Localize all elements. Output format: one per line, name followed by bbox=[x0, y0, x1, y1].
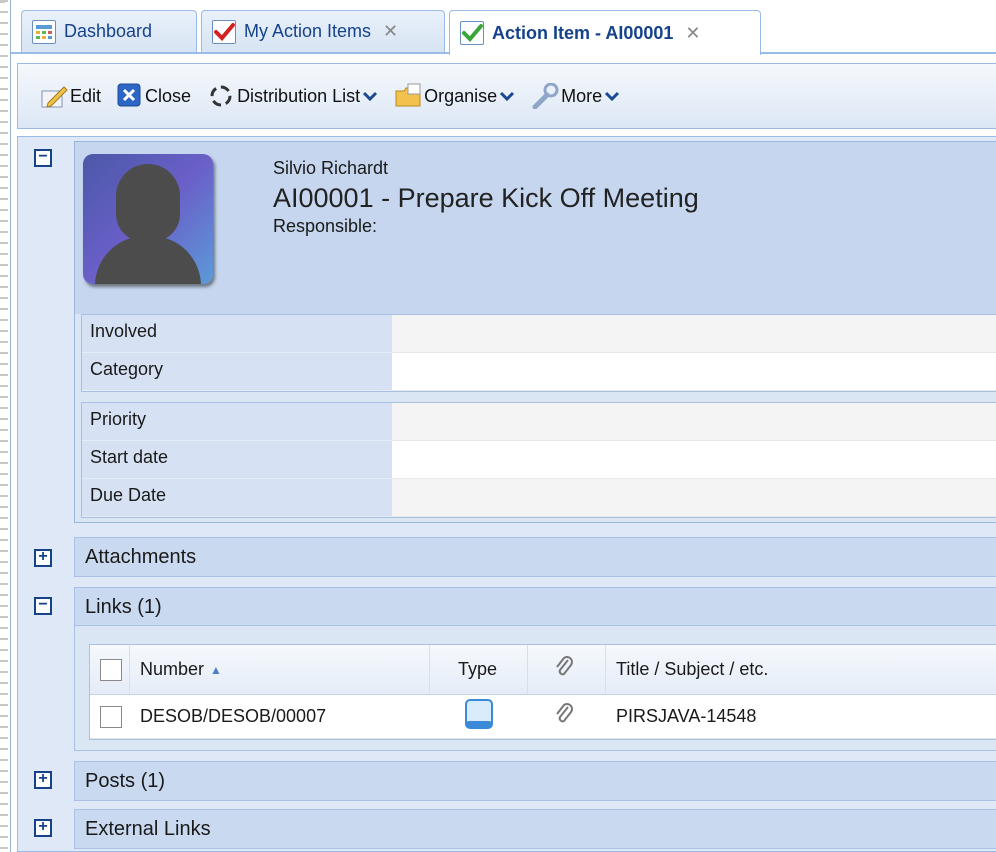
section-attachments[interactable]: Attachments bbox=[74, 537, 996, 577]
tab-label: Dashboard bbox=[64, 21, 153, 41]
fieldset-scheduling: Priority Start date Due Date bbox=[81, 402, 996, 518]
wrench-icon bbox=[531, 82, 559, 110]
dashboard-icon bbox=[32, 19, 56, 44]
close-box-icon bbox=[117, 83, 143, 109]
field-label: Start date bbox=[82, 441, 392, 479]
toolbar: Edit Close Distribution List Organise Mo… bbox=[17, 63, 996, 129]
column-label: Number bbox=[140, 659, 205, 679]
fieldset-involvement: Involved Category bbox=[81, 314, 996, 392]
close-icon[interactable]: ✕ bbox=[685, 23, 700, 44]
type-cell bbox=[430, 695, 528, 738]
links-panel: Number ▲ Type Title / Subject / etc. DES… bbox=[74, 625, 996, 751]
attachment-cell bbox=[528, 695, 606, 738]
document-icon bbox=[464, 699, 494, 734]
organise-label: Organise bbox=[424, 85, 498, 106]
title-cell: PIRSJAVA-14548 bbox=[616, 706, 757, 726]
detail-content: − Silvio Richardt AI00001 - Prepare Kick… bbox=[17, 136, 996, 852]
tab-dashboard[interactable]: Dashboard bbox=[21, 10, 197, 52]
column-header-number[interactable]: Number ▲ bbox=[130, 645, 430, 694]
column-label: Title / Subject / etc. bbox=[616, 659, 769, 679]
tab-bar: Dashboard My Action Items ✕ Action Item … bbox=[11, 8, 996, 55]
collapse-icon[interactable]: − bbox=[34, 149, 52, 167]
section-posts[interactable]: Posts (1) bbox=[74, 761, 996, 801]
distribution-list-button[interactable]: Distribution List bbox=[207, 83, 378, 109]
section-links[interactable]: Links (1) bbox=[74, 587, 996, 627]
expand-icon[interactable]: + bbox=[34, 771, 52, 789]
more-label: More bbox=[561, 85, 603, 106]
distribution-label: Distribution List bbox=[237, 85, 361, 106]
sort-asc-icon: ▲ bbox=[210, 662, 222, 677]
tab-my-action-items[interactable]: My Action Items ✕ bbox=[201, 10, 445, 52]
select-all-checkbox[interactable] bbox=[100, 658, 122, 681]
field-row: Priority bbox=[82, 403, 996, 441]
field-value bbox=[392, 441, 996, 479]
section-external-links[interactable]: External Links bbox=[74, 809, 996, 849]
checkmark-green-icon bbox=[460, 21, 484, 45]
tab-label: Action Item - AI00001 bbox=[492, 22, 674, 43]
edit-label: Edit bbox=[70, 85, 102, 106]
checkmark-red-icon bbox=[212, 19, 236, 44]
tab-action-item[interactable]: Action Item - AI00001 ✕ bbox=[449, 10, 761, 55]
expand-icon[interactable]: + bbox=[34, 819, 52, 837]
number-cell[interactable]: DESOB/DESOB/00007 bbox=[130, 695, 430, 738]
chevron-down-icon bbox=[362, 86, 378, 107]
field-row: Involved bbox=[82, 315, 996, 353]
field-label: Involved bbox=[82, 315, 392, 353]
column-label: Type bbox=[458, 659, 498, 679]
close-button[interactable]: Close bbox=[117, 83, 191, 109]
row-select-cell bbox=[90, 695, 130, 738]
paperclip-icon bbox=[554, 702, 574, 731]
close-icon[interactable]: ✕ bbox=[383, 21, 398, 42]
pencil-icon bbox=[40, 83, 68, 109]
column-header-attachment[interactable] bbox=[528, 645, 606, 694]
grid-header: Number ▲ Type Title / Subject / etc. bbox=[90, 645, 996, 695]
page-edge bbox=[0, 0, 8, 852]
field-value bbox=[392, 403, 996, 441]
table-row[interactable]: DESOB/DESOB/00007 PIRSJAVA-14548 bbox=[90, 695, 996, 739]
field-label: Due Date bbox=[82, 479, 392, 517]
app-frame: Dashboard My Action Items ✕ Action Item … bbox=[10, 0, 996, 852]
owner-name: Silvio Richardt bbox=[273, 158, 389, 178]
header-area: Silvio Richardt AI00001 - Prepare Kick O… bbox=[75, 142, 996, 314]
tab-label: My Action Items bbox=[244, 21, 372, 41]
expand-icon[interactable]: + bbox=[34, 549, 52, 567]
paperclip-icon bbox=[554, 655, 574, 684]
field-value bbox=[392, 479, 996, 517]
field-label: Category bbox=[82, 353, 392, 391]
select-all-cell bbox=[90, 645, 130, 694]
organise-button[interactable]: Organise bbox=[394, 83, 515, 109]
avatar bbox=[83, 154, 213, 284]
header-panel: Silvio Richardt AI00001 - Prepare Kick O… bbox=[74, 141, 996, 523]
column-header-type[interactable]: Type bbox=[430, 645, 528, 694]
column-header-title[interactable]: Title / Subject / etc. bbox=[606, 645, 996, 694]
edit-button[interactable]: Edit bbox=[40, 83, 101, 109]
close-label: Close bbox=[145, 85, 192, 106]
field-row: Start date bbox=[82, 441, 996, 479]
field-value bbox=[392, 315, 996, 353]
responsible-label: Responsible: bbox=[273, 216, 378, 236]
field-row: Due Date bbox=[82, 479, 996, 517]
page-title: AI00001 - Prepare Kick Off Meeting bbox=[273, 183, 699, 213]
field-value bbox=[392, 353, 996, 391]
links-grid: Number ▲ Type Title / Subject / etc. DES… bbox=[89, 644, 996, 740]
collapse-icon[interactable]: − bbox=[34, 597, 52, 615]
more-button[interactable]: More bbox=[531, 82, 620, 110]
cycle-icon bbox=[207, 83, 235, 109]
chevron-down-icon bbox=[499, 86, 515, 107]
row-checkbox[interactable] bbox=[100, 705, 122, 728]
chevron-down-icon bbox=[604, 86, 620, 107]
folder-icon bbox=[394, 83, 422, 109]
field-row: Category bbox=[82, 353, 996, 391]
field-label: Priority bbox=[82, 403, 392, 441]
